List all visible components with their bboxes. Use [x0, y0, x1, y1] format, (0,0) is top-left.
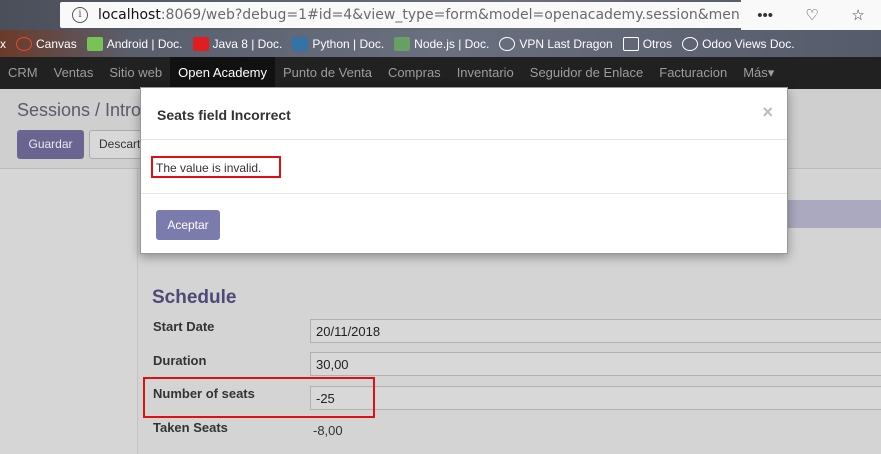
- oracle-icon: [192, 36, 209, 51]
- breadcrumb[interactable]: Sessions / Intro: [17, 100, 141, 121]
- bookmark-label: VPN Last Dragon: [519, 36, 613, 51]
- more-icon[interactable]: •••: [757, 7, 773, 24]
- globe-icon: [499, 36, 516, 51]
- menu-item[interactable]: Facturacion: [651, 57, 735, 89]
- bookmark-item[interactable]: Otros: [622, 36, 673, 51]
- python-icon: [292, 36, 309, 51]
- bookmark-label: Otros: [642, 36, 673, 51]
- bookmark-label: Java 8 | Doc.: [212, 36, 283, 51]
- seats-highlight-box: [143, 377, 375, 418]
- folder-icon: [622, 36, 639, 51]
- bookmark-label: Android | Doc.: [106, 36, 183, 51]
- menu-item[interactable]: Inventario: [449, 57, 522, 89]
- bookmarks-bar: x Canvas Android | Doc. Java 8 | Doc. Python…: [0, 30, 881, 57]
- message-highlight-box: [151, 156, 281, 178]
- menu-item[interactable]: Compras: [380, 57, 449, 89]
- start-date-label: Start Date: [153, 319, 215, 334]
- main-menu: CRM Ventas Sitio web Open Academy Punto de V…: [0, 57, 881, 89]
- url-path: :8069/web?debug=1#id=4&view_type=form&mo…: [160, 7, 769, 23]
- menu-item[interactable]: Open Academy: [170, 57, 276, 89]
- close-icon[interactable]: ×: [762, 102, 773, 123]
- section-title: Schedule: [152, 287, 237, 308]
- bookmark-item[interactable]: VPN Last Dragon: [499, 36, 613, 51]
- menu-item[interactable]: Punto de Venta: [275, 57, 380, 89]
- url-bar[interactable]: i localhost :8069/web?debug=1#id=4&view_…: [60, 2, 770, 28]
- status-strip: [787, 200, 881, 228]
- bookmark-label: x: [0, 36, 6, 51]
- bookmark-label: Python | Doc.: [312, 36, 385, 51]
- pocket-icon[interactable]: ♡: [805, 6, 818, 24]
- url-actions: ••• ♡ ☆: [741, 0, 881, 30]
- nodejs-icon: [394, 36, 411, 51]
- menu-item[interactable]: Seguidor de Enlace: [522, 57, 651, 89]
- accept-button[interactable]: Aceptar: [156, 210, 220, 240]
- dialog-title: Seats field Incorrect: [157, 107, 291, 123]
- bookmark-item[interactable]: x: [0, 37, 6, 51]
- dialog-footer: Aceptar: [141, 193, 787, 255]
- menu-item[interactable]: Ventas: [46, 57, 102, 89]
- seats-field[interactable]: -25: [310, 386, 881, 410]
- bookmark-star-icon[interactable]: ☆: [851, 6, 864, 24]
- url-host: localhost: [98, 7, 161, 23]
- menu-item[interactable]: Sitio web: [101, 57, 170, 89]
- dialog-header: Seats field Incorrect ×: [141, 88, 787, 140]
- bookmark-item[interactable]: Android | Doc.: [86, 36, 183, 51]
- android-icon: [86, 36, 103, 51]
- info-icon[interactable]: i: [72, 7, 88, 23]
- bookmark-item[interactable]: Canvas: [16, 36, 77, 51]
- save-button[interactable]: Guardar: [17, 130, 84, 159]
- start-date-field[interactable]: 20/11/2018: [310, 319, 881, 343]
- bookmark-item[interactable]: Odoo Views Doc.: [682, 36, 795, 51]
- duration-label: Duration: [153, 353, 207, 368]
- taken-seats-label: Taken Seats: [153, 420, 228, 435]
- bookmark-label: Odoo Views Doc.: [702, 36, 795, 51]
- duration-field[interactable]: 30,00: [310, 352, 881, 376]
- menu-item[interactable]: CRM: [0, 57, 46, 89]
- globe-icon: [682, 36, 699, 51]
- bookmark-item[interactable]: Python | Doc.: [292, 36, 385, 51]
- bookmark-label: Canvas: [36, 36, 77, 51]
- browser-toolbar: i localhost :8069/web?debug=1#id=4&view_…: [0, 0, 881, 30]
- bookmark-item[interactable]: Node.js | Doc.: [394, 36, 490, 51]
- canvas-icon: [16, 36, 32, 51]
- bookmark-item[interactable]: Java 8 | Doc.: [192, 36, 283, 51]
- menu-item[interactable]: Más▾: [735, 57, 782, 89]
- bookmark-label: Node.js | Doc.: [414, 36, 490, 51]
- taken-seats-value: -8,00: [313, 423, 343, 438]
